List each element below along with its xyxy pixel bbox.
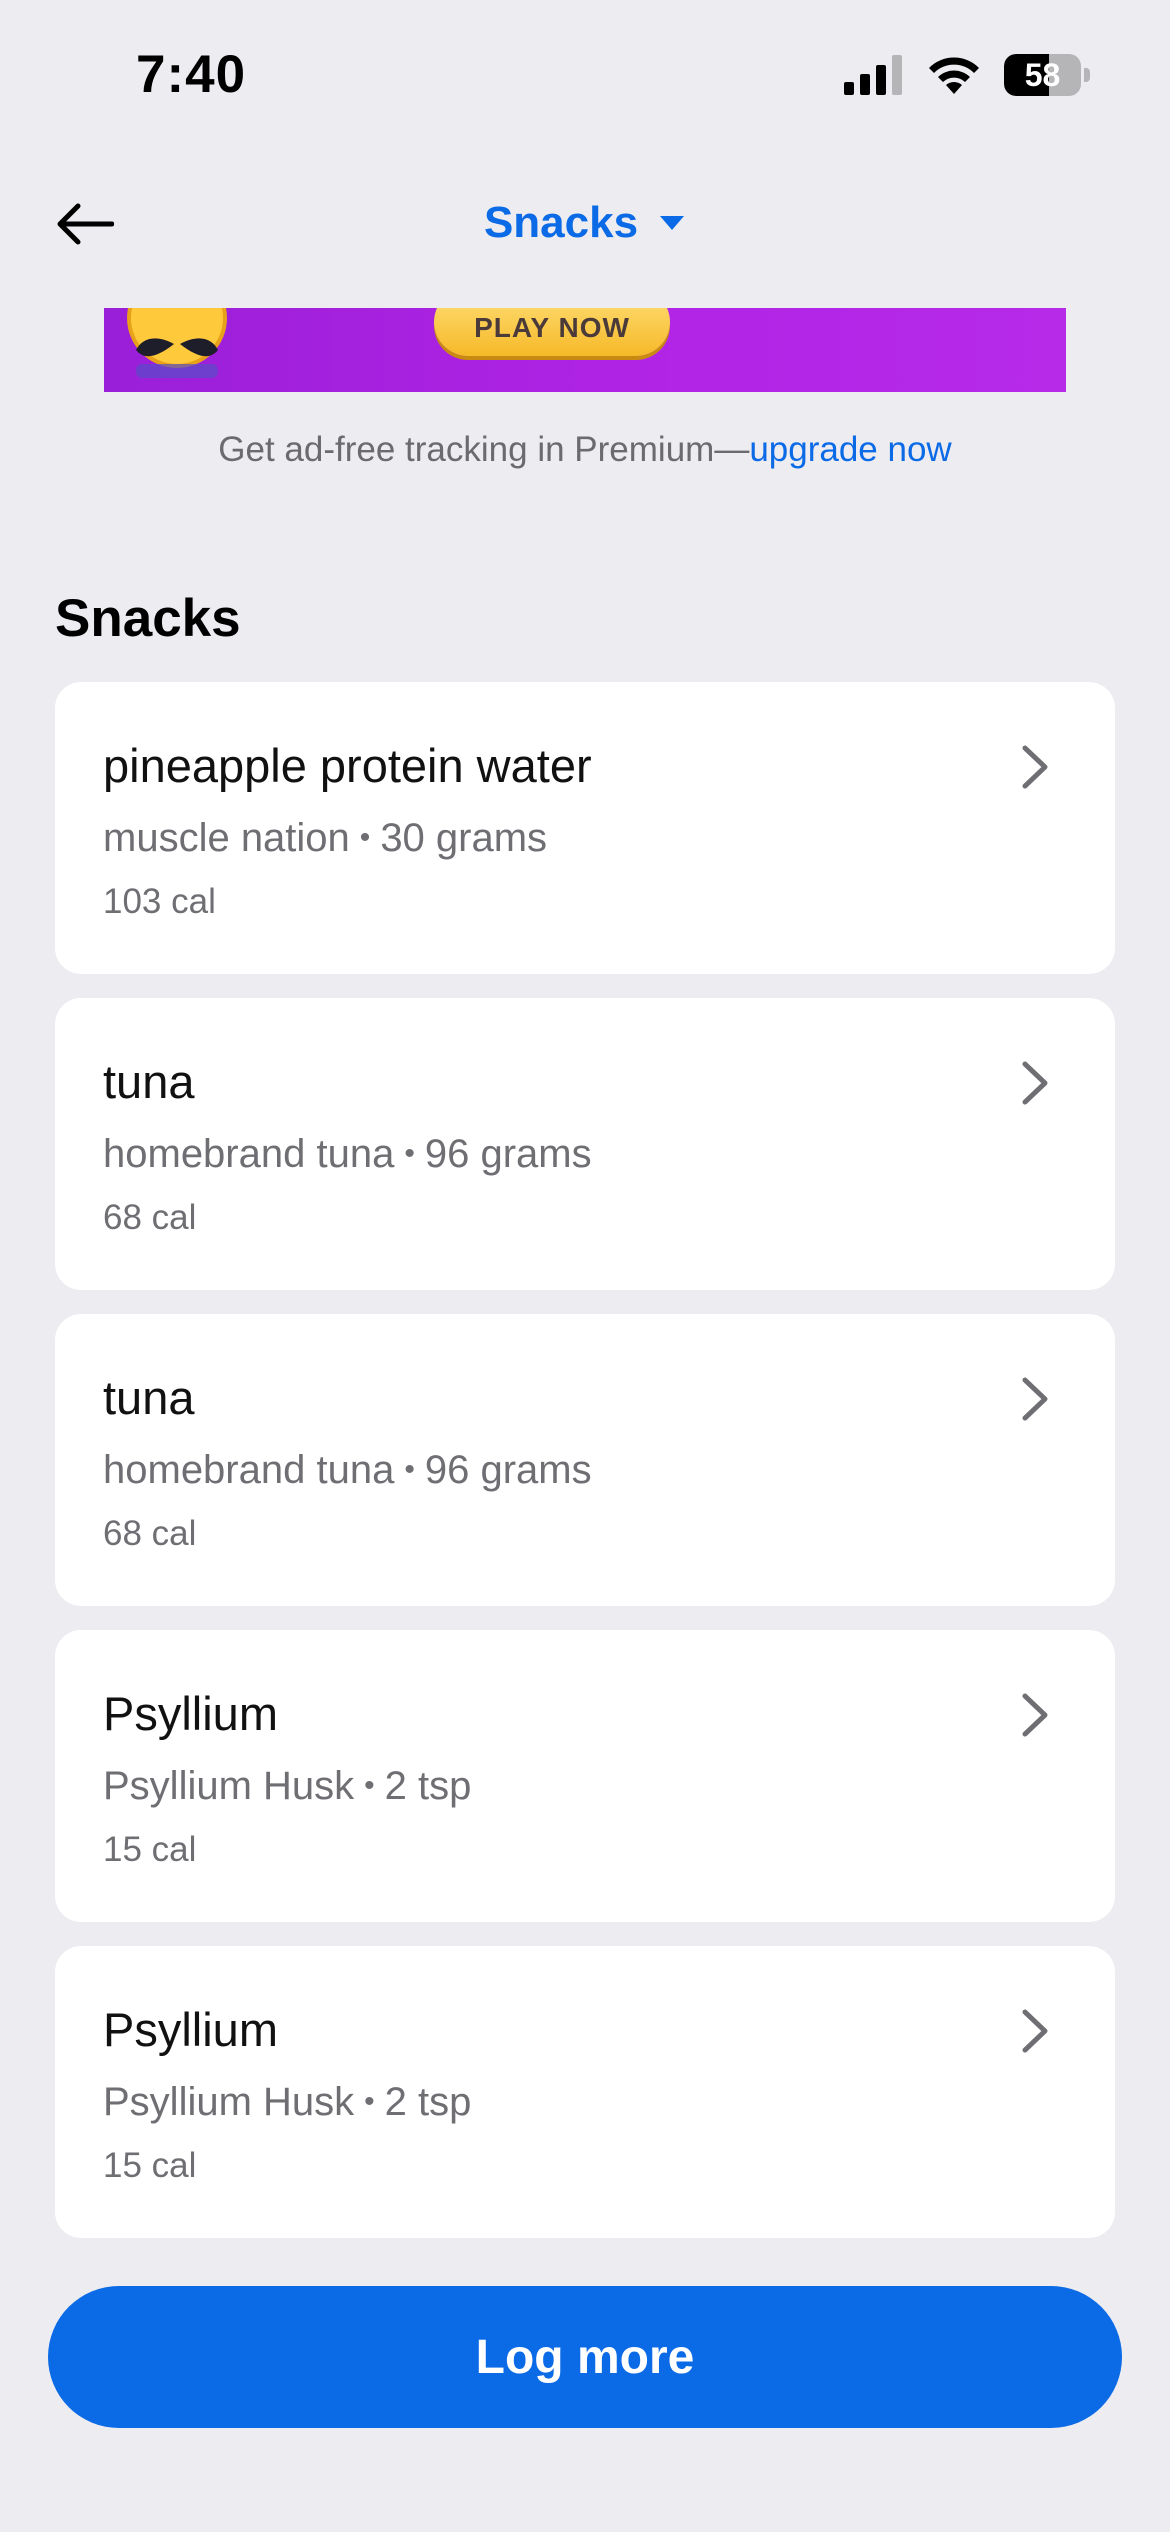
food-detail: homebrand tuna • 96 grams (103, 1448, 592, 1493)
ad-banner[interactable]: PLAY NOW (104, 308, 1066, 392)
separator-dot: • (359, 821, 371, 854)
chevron-right-icon (1022, 1061, 1048, 1105)
status-bar: 7:40 58 (0, 0, 1170, 150)
caret-down-icon (660, 216, 685, 230)
food-brand: homebrand tuna (103, 1448, 395, 1492)
upgrade-now-link[interactable]: upgrade now (749, 430, 951, 469)
page-title: Snacks (483, 198, 639, 247)
food-brand: muscle nation (103, 816, 350, 860)
food-name: tuna (103, 1371, 195, 1424)
play-now-button[interactable]: PLAY NOW (434, 308, 670, 356)
food-item-card[interactable]: tuna homebrand tuna • 96 grams 68 cal (55, 1314, 1115, 1606)
premium-upsell: Get ad-free tracking in Premium—upgrade … (0, 430, 1170, 470)
header: Snacks (0, 180, 1170, 270)
food-amount: 96 grams (424, 1448, 592, 1492)
food-amount: 2 tsp (384, 2080, 472, 2124)
food-calories: 68 cal (103, 1514, 197, 1553)
food-calories: 15 cal (103, 1830, 197, 1869)
food-brand: Psyllium Husk (103, 2080, 355, 2124)
battery-icon: 58 (1004, 54, 1090, 96)
status-icons: 58 (844, 54, 1090, 96)
food-calories: 68 cal (103, 1198, 197, 1237)
food-item-card[interactable]: tuna homebrand tuna • 96 grams 68 cal (55, 998, 1115, 1290)
food-detail: Psyllium Husk • 2 tsp (103, 1764, 471, 1809)
cellular-signal-icon (844, 55, 902, 95)
separator-dot: • (364, 1769, 375, 1802)
food-calories: 15 cal (103, 2146, 197, 2185)
log-more-button[interactable]: Log more (48, 2286, 1122, 2428)
food-name: pineapple protein water (103, 739, 592, 792)
chevron-right-icon (1022, 1693, 1048, 1737)
wifi-icon (929, 57, 979, 94)
food-name: tuna (103, 1055, 195, 1108)
food-brand: homebrand tuna (103, 1132, 395, 1176)
premium-text: Get ad-free tracking in Premium— (218, 430, 750, 469)
separator-dot: • (364, 2085, 375, 2118)
chevron-right-icon (1022, 2009, 1048, 2053)
separator-dot: • (404, 1453, 415, 1486)
mustache-emoji-icon (127, 308, 227, 378)
food-amount: 2 tsp (384, 1764, 472, 1808)
food-name: Psyllium (103, 2003, 278, 2056)
food-brand: Psyllium Husk (103, 1764, 355, 1808)
battery-percentage: 58 (1024, 56, 1061, 93)
food-detail: Psyllium Husk • 2 tsp (103, 2080, 471, 2125)
status-time: 7:40 (136, 45, 247, 104)
food-amount: 30 grams (380, 816, 548, 860)
food-detail: muscle nation • 30 grams (103, 816, 547, 861)
separator-dot: • (404, 1137, 415, 1170)
food-amount: 96 grams (424, 1132, 592, 1176)
food-detail: homebrand tuna • 96 grams (103, 1132, 592, 1177)
food-calories: 103 cal (103, 882, 216, 921)
food-item-card[interactable]: Psyllium Psyllium Husk • 2 tsp 15 cal (55, 1630, 1115, 1922)
chevron-right-icon (1022, 745, 1048, 789)
food-item-card[interactable]: Psyllium Psyllium Husk • 2 tsp 15 cal (55, 1946, 1115, 2238)
food-item-card[interactable]: pineapple protein water muscle nation • 30… (55, 682, 1115, 974)
section-title: Snacks (55, 589, 241, 648)
food-list: pineapple protein water muscle nation • 30… (55, 682, 1115, 2262)
meal-selector[interactable]: Snacks (0, 198, 1170, 248)
food-name: Psyllium (103, 1687, 278, 1740)
chevron-right-icon (1022, 1377, 1048, 1421)
